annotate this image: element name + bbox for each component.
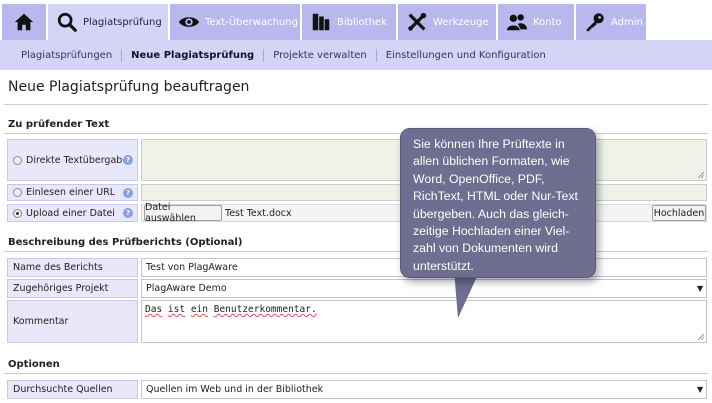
help-icon[interactable]: ? [123, 155, 133, 165]
option-direct-text[interactable]: Direkte Textübergabe ? [7, 139, 138, 181]
divider [4, 133, 708, 134]
tab-bibliothek[interactable]: Bibliothek [302, 4, 396, 40]
main-navigation: Plagiatsprüfung Text-Überwachung Bibliot… [0, 0, 712, 40]
section-title-report: Beschreibung des Prüfberichts (Optional) [8, 237, 243, 248]
search-icon [56, 11, 78, 33]
radio-url[interactable] [13, 188, 22, 197]
comment-text: Das ist ein Benutzerkommentar. [145, 304, 317, 315]
tab-label: Text-Überwachung [205, 16, 298, 28]
tab-label: Konto [533, 16, 562, 28]
tab-admin[interactable]: Admin [576, 4, 646, 40]
tab-home[interactable] [2, 4, 46, 40]
resize-handle-icon[interactable] [698, 334, 704, 340]
subnav-projekte-verwalten[interactable]: Projekte verwalten [264, 48, 377, 62]
label-report-name: Name des Berichts [7, 258, 138, 277]
radio-upload[interactable] [13, 208, 22, 218]
users-icon [506, 11, 528, 33]
divider [4, 104, 708, 105]
key-icon [584, 11, 606, 33]
subnav-neue-plagiatspruefung[interactable]: Neue Plagiatsprüfung [122, 48, 265, 62]
option-label: Upload einer Datei [26, 207, 115, 219]
option-url[interactable]: Einlesen einer URL ? [7, 184, 138, 201]
divider [4, 373, 708, 374]
tab-label: Admin [611, 16, 643, 28]
resize-handle-icon[interactable] [698, 172, 704, 178]
report-name-value: Test von PlagAware [146, 262, 238, 273]
tab-plagiatspruefung[interactable]: Plagiatsprüfung [48, 4, 168, 40]
project-value: PlagAware Demo [146, 283, 227, 294]
radio-direct-text[interactable] [13, 155, 22, 165]
tools-icon [406, 11, 428, 33]
choose-file-button[interactable]: Datei auswählen [144, 202, 222, 224]
sources-value: Quellen im Web und in der Bibliothek [146, 384, 324, 395]
option-label: Einlesen einer URL [26, 187, 116, 198]
section-title-text: Zu prüfender Text [8, 119, 110, 130]
label-comment: Kommentar [7, 300, 138, 343]
page-title: Neue Plagiatsprüfung beauftragen [8, 79, 250, 95]
help-icon[interactable]: ? [123, 208, 133, 218]
upload-button[interactable]: Hochladen [652, 205, 706, 221]
option-label: Direkte Textübergabe [26, 154, 129, 166]
chevron-down-icon[interactable]: ▼ [697, 284, 703, 293]
label-project: Zugehöriges Projekt [7, 279, 138, 298]
divider [4, 251, 708, 252]
option-upload[interactable]: Upload einer Datei ? [7, 204, 138, 222]
tab-werkzeuge[interactable]: Werkzeuge [398, 4, 496, 40]
home-icon [13, 11, 35, 33]
chevron-down-icon[interactable]: ▼ [697, 385, 703, 394]
tab-text-ueberwachung[interactable]: Text-Überwachung [170, 4, 300, 40]
subnav-plagiatspruefungen[interactable]: Plagiatsprüfungen [12, 48, 123, 62]
tab-label: Werkzeuge [433, 16, 489, 28]
tab-label: Plagiatsprüfung [83, 16, 162, 28]
subnav-einstellungen[interactable]: Einstellungen und Konfiguration [377, 49, 555, 62]
section-title-options: Optionen [8, 359, 60, 370]
sub-navigation: Plagiatsprüfungen Neue Plagiatsprüfung P… [0, 40, 712, 70]
speech-bubble-text: Sie können Ihre Prüftexte in allen üblic… [413, 137, 578, 273]
library-icon [310, 11, 332, 33]
label-sources: Durchsuchte Quellen [7, 380, 138, 399]
tab-label: Bibliothek [337, 16, 387, 28]
help-icon[interactable]: ? [123, 188, 133, 198]
file-name: Test Text.docx [225, 208, 292, 219]
eye-icon [178, 11, 200, 33]
tab-konto[interactable]: Konto [498, 4, 574, 40]
